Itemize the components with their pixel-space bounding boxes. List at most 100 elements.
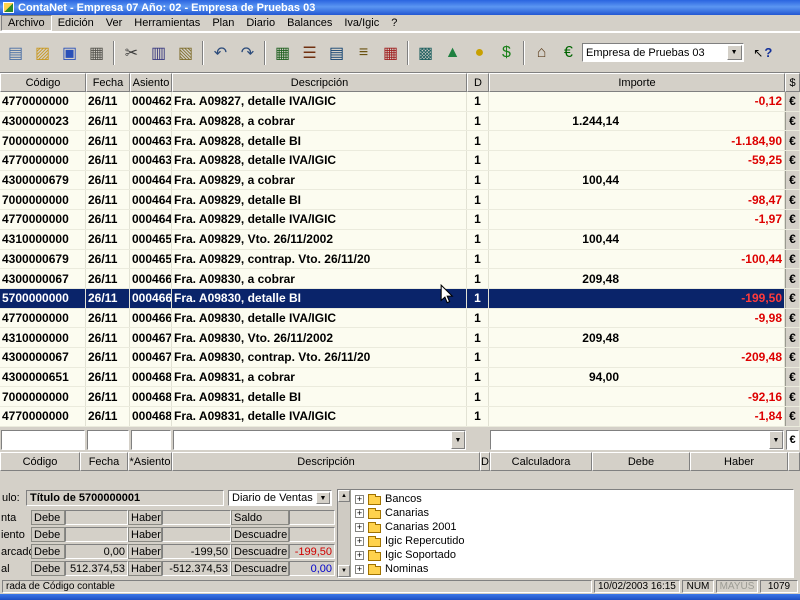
chart-button[interactable]: ▲ [440, 40, 465, 66]
scroll-up-icon[interactable] [338, 490, 350, 502]
expand-icon[interactable] [355, 537, 364, 546]
company-combo[interactable]: Empresa de Pruebas 03 [582, 43, 744, 62]
header-currency[interactable]: $ [785, 73, 800, 92]
table-row[interactable]: 430000065126/11000468Fra. A09831, a cobr… [0, 368, 800, 388]
paste-button[interactable]: ▧ [173, 40, 198, 66]
open-file-icon: ▨ [35, 43, 50, 63]
combo-dropdown-icon[interactable] [727, 45, 742, 60]
expand-icon[interactable] [355, 495, 364, 504]
footer-header-debe[interactable]: Debe [592, 452, 690, 471]
table-row[interactable]: 477000000026/11000463Fra. A09828, detall… [0, 151, 800, 171]
balances-button[interactable]: ≡ [351, 40, 376, 66]
table-row[interactable]: 431000000026/11000465Fra. A09829, Vto. 2… [0, 230, 800, 250]
copy-button[interactable]: ▥ [146, 40, 171, 66]
header-codigo[interactable]: Código [0, 73, 86, 92]
new-document-button[interactable]: ▤ [3, 40, 28, 66]
table-row[interactable]: 700000000026/11000464Fra. A09829, detall… [0, 190, 800, 210]
save-button[interactable]: ▣ [57, 40, 82, 66]
menu-item-iva-igic[interactable]: Iva/Igic [338, 16, 385, 30]
menu-item-edici-n[interactable]: Edición [52, 16, 100, 30]
cell-d: 1 [467, 407, 489, 426]
entry-currency-cell[interactable]: € [786, 430, 799, 450]
money-bag-button[interactable]: $ [494, 40, 519, 66]
euro-button[interactable]: € [556, 40, 581, 66]
table-row[interactable]: 430000006726/11000467Fra. A09830, contra… [0, 348, 800, 368]
footer-header-c-digo[interactable]: Código [0, 452, 80, 471]
accounts-plan-button[interactable]: ☰ [297, 40, 322, 66]
calculator-button[interactable]: ▩ [413, 40, 438, 66]
tree-item-canarias[interactable]: Canarias [355, 506, 793, 520]
footer-header-haber[interactable]: Haber [690, 452, 788, 471]
menu-item-ver[interactable]: Ver [100, 16, 129, 30]
header-asiento[interactable]: Asiento [130, 73, 172, 92]
tree-item-nominas[interactable]: Nominas [355, 562, 793, 576]
table-row[interactable]: 477000000026/11000462Fra. A09827, detall… [0, 92, 800, 112]
header-fecha[interactable]: Fecha [86, 73, 130, 92]
entry-importe-combo[interactable] [490, 430, 784, 450]
menu-item-balances[interactable]: Balances [281, 16, 338, 30]
table-row[interactable]: 477000000026/11000466Fra. A09830, detall… [0, 309, 800, 329]
tree-item-igic-repercutido[interactable]: Igic Repercutido [355, 534, 793, 548]
menu-item-herramientas[interactable]: Herramientas [128, 16, 206, 30]
table-row[interactable]: 570000000026/11000466Fra. A09830, detall… [0, 289, 800, 309]
redo-button[interactable]: ↷ [235, 40, 260, 66]
tree-item-igic-soportado[interactable]: Igic Soportado [355, 548, 793, 562]
entry-codigo-input[interactable] [1, 430, 85, 450]
menu-item-archivo[interactable]: Archivo [1, 15, 52, 31]
cell-currency: € [785, 210, 800, 229]
expand-icon[interactable] [355, 565, 364, 574]
diario-dropdown-icon[interactable] [316, 492, 330, 504]
context-help-button[interactable]: ↖ ? [750, 40, 776, 66]
title-bar[interactable]: ContaNet - Empresa 07 Año: 02 - Empresa … [0, 0, 800, 15]
menu-item-plan[interactable]: Plan [206, 16, 240, 30]
table-row[interactable]: 700000000026/11000468Fra. A09831, detall… [0, 387, 800, 407]
expand-icon[interactable] [355, 509, 364, 518]
table-row[interactable]: 430000002326/11000463Fra. A09828, a cobr… [0, 112, 800, 132]
table-row[interactable]: 430000067926/11000464Fra. A09829, a cobr… [0, 171, 800, 191]
print-button[interactable]: ▦ [84, 40, 109, 66]
folder-icon [368, 524, 381, 533]
open-file-button[interactable]: ▨ [30, 40, 55, 66]
table-view-button[interactable]: ▦ [270, 40, 295, 66]
footer-header-calculadora[interactable]: Calculadora [490, 452, 592, 471]
diario-combo[interactable]: Diario de Ventas [228, 490, 332, 506]
entry-importe-dropdown-icon[interactable] [769, 431, 783, 449]
cell-descripcion: Fra. A09830, contrap. Vto. 26/11/20 [172, 348, 467, 367]
menu-item--[interactable]: ? [385, 16, 403, 30]
tree-item-canarias-2001[interactable]: Canarias 2001 [355, 520, 793, 534]
tree-scrollbar[interactable] [338, 490, 351, 577]
cut-button[interactable]: ✂ [119, 40, 144, 66]
cell-fecha: 26/11 [86, 269, 130, 288]
table-row[interactable]: 477000000026/11000464Fra. A09829, detall… [0, 210, 800, 230]
header-descripcion[interactable]: Descripción [172, 73, 467, 92]
table-row[interactable]: 430000067926/11000465Fra. A09829, contra… [0, 250, 800, 270]
undo-button[interactable]: ↶ [208, 40, 233, 66]
footer-header-d[interactable]: D [480, 452, 490, 471]
footer-header-descripci-n[interactable]: Descripción [172, 452, 480, 471]
expand-icon[interactable] [355, 551, 364, 560]
table-row[interactable]: 477000000026/11000468Fra. A09831, detall… [0, 407, 800, 427]
coins-button[interactable]: ● [467, 40, 492, 66]
entry-fecha-input[interactable] [87, 430, 129, 450]
entry-asiento-input[interactable] [131, 430, 171, 450]
table-row[interactable]: 430000006726/11000466Fra. A09830, a cobr… [0, 269, 800, 289]
bank-button[interactable]: ⌂ [529, 40, 554, 66]
journal-button[interactable]: ▤ [324, 40, 349, 66]
table-row[interactable]: 700000000026/11000463Fra. A09828, detall… [0, 131, 800, 151]
save-icon: ▣ [62, 43, 77, 63]
table-row[interactable]: 431000000026/11000467Fra. A09830, Vto. 2… [0, 328, 800, 348]
tree-item-bancos[interactable]: Bancos [355, 492, 793, 506]
entry-descripcion-dropdown-icon[interactable] [451, 431, 465, 449]
calendar-button[interactable]: ▦ [378, 40, 403, 66]
footer-header-fecha[interactable]: Fecha [80, 452, 128, 471]
importe-debe: 94,00 [489, 370, 619, 384]
expand-icon[interactable] [355, 523, 364, 532]
menu-item-diario[interactable]: Diario [240, 16, 281, 30]
header-d[interactable]: D [467, 73, 489, 92]
header-importe[interactable]: Importe [489, 73, 785, 92]
scroll-down-icon[interactable] [338, 565, 350, 577]
paste-icon: ▧ [178, 43, 193, 63]
tree-item-label: Nominas [385, 563, 428, 575]
entry-descripcion-combo[interactable] [173, 430, 466, 450]
footer-header--asiento[interactable]: *Asiento [128, 452, 172, 471]
